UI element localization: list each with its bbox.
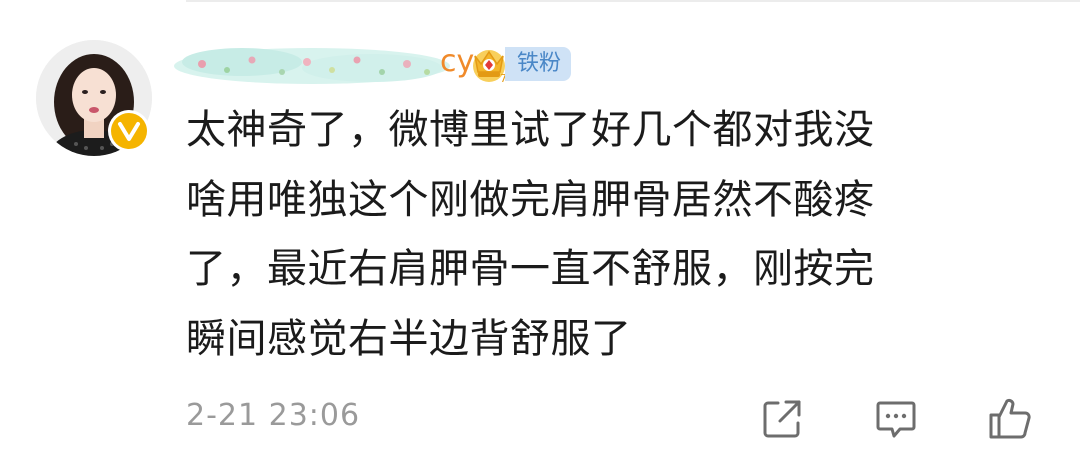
author-name[interactable]: cy: [172, 42, 474, 86]
weibo-comment-card: cy 7 铁粉 太神奇了，微博里试了好几个都对我没 啥用唯独这个刚做完肩胛骨居然…: [0, 0, 1080, 464]
author-row: cy 7 铁粉: [172, 36, 572, 92]
like-button[interactable]: [986, 395, 1034, 443]
comment-line: 啥用唯独这个刚做完肩胛骨居然不酸疼: [186, 176, 875, 223]
comment-line: 太神奇了，微博里试了好几个都对我没: [186, 107, 875, 153]
verified-v-icon: [108, 110, 150, 152]
share-icon: [763, 400, 801, 438]
thumbs-up-icon: [989, 398, 1031, 439]
comment-line: 了，最近右肩胛骨一直不舒服，刚按完: [186, 246, 875, 292]
share-button[interactable]: [758, 395, 806, 443]
divider: [186, 0, 1080, 2]
fan-badge-label: 铁粉: [505, 47, 572, 81]
fan-badge[interactable]: 7 铁粉: [467, 42, 572, 86]
comment-icon: [876, 401, 916, 438]
comment-line: 瞬间感觉右半边背舒服了: [186, 315, 632, 362]
blurred-name-mask: [174, 48, 450, 84]
author-name-suffix: cy: [440, 44, 475, 79]
comment-timestamp: 2-21 23:06: [186, 398, 361, 433]
comment-text: 太神奇了，微博里试了好几个都对我没 啥用唯独这个刚做完肩胛骨居然不酸疼 了，最近…: [186, 96, 1046, 374]
reply-button[interactable]: [872, 395, 920, 443]
